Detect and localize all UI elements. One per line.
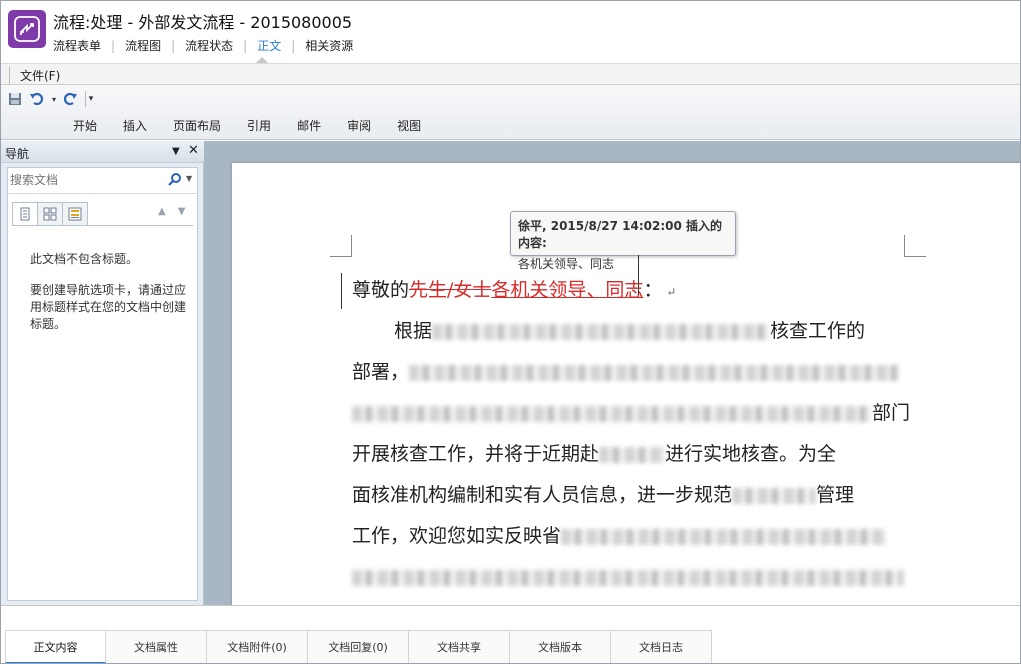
- redo-icon[interactable]: [63, 91, 79, 107]
- menu-bar: 文件(F): [1, 63, 1020, 85]
- results-view-icon[interactable]: [62, 202, 88, 226]
- previous-result-icon[interactable]: ▲: [158, 206, 166, 217]
- tab-body-content[interactable]: 正文内容: [5, 630, 106, 663]
- search-input[interactable]: [10, 170, 160, 190]
- salutation-suffix: ：: [643, 279, 663, 301]
- tab-document-versions[interactable]: 文档版本: [510, 630, 611, 663]
- page-title: 流程:处理 - 外部发文流程 - 2015080005: [53, 13, 353, 32]
- redacted-text: [352, 570, 904, 586]
- bottom-tab-bar: 正文内容 文档属性 文档附件(0) 文档回复(0) 文档共享 文档版本 文档日志: [1, 605, 1020, 663]
- document-tabs: 正文内容 文档属性 文档附件(0) 文档回复(0) 文档共享 文档版本 文档日志: [5, 630, 712, 663]
- headings-view-icon[interactable]: [12, 202, 38, 226]
- search-options-icon[interactable]: ▼: [186, 174, 192, 183]
- paragraph-mark-icon: ↵: [662, 285, 677, 299]
- redacted-text: [599, 447, 666, 463]
- create-headings-help: 要创建导航选项卡，请通过应用标题样式在您的文档中创建标题。: [30, 283, 187, 331]
- text-line: [352, 562, 912, 603]
- salutation-line: 尊敬的先生/女士各机关领导、同志： ↵: [352, 275, 912, 316]
- ribbon-tab-insert[interactable]: 插入: [111, 117, 159, 134]
- navigation-arrows: ▲ ▼: [158, 206, 185, 217]
- app-header: 流程:处理 - 外部发文流程 - 2015080005 流程表单 | 流程图 |…: [1, 1, 1020, 63]
- ribbon-tab-review[interactable]: 审阅: [335, 117, 383, 134]
- save-icon[interactable]: [7, 91, 23, 107]
- tab-document-replies[interactable]: 文档回复(0): [308, 630, 409, 663]
- search-icon[interactable]: [168, 172, 182, 189]
- ribbon-tab-mailings[interactable]: 邮件: [285, 117, 333, 134]
- navigation-pane: 导航 ▼ ✕ ▼: [1, 141, 204, 605]
- navigation-pane-body: ▼ ▲ ▼ 此文档不包含标题。 要创建导航选项卡，请通过应用标题样式在您的文档中…: [7, 167, 198, 601]
- redacted-text: [561, 529, 887, 545]
- ribbon-tabs: 开始 插入 页面布局 引用 邮件 审阅 视图: [61, 117, 433, 134]
- undo-icon[interactable]: [29, 91, 45, 107]
- redacted-text: [432, 324, 771, 340]
- text-line: 开展核查工作，并将于近期赴 进行实地核查。为全: [352, 443, 837, 465]
- revision-author: 徐平, 2015/8/27 14:02:00 插入的内容:: [518, 219, 723, 250]
- deleted-text: 先生/女士: [409, 279, 492, 301]
- ribbon-tab-home[interactable]: 开始: [61, 117, 109, 134]
- margin-mark: [330, 235, 352, 257]
- revision-content: 各机关领导、同志: [518, 257, 615, 271]
- salutation-prefix: 尊敬的: [352, 279, 410, 301]
- change-bar: [341, 273, 342, 309]
- redacted-text: [732, 488, 817, 504]
- navigation-view-tabs: [12, 202, 88, 226]
- text-line: 工作，欢迎您如实反映省: [352, 521, 912, 562]
- process-tabs: 流程表单 | 流程图 | 流程状态 | 正文 | 相关资源: [53, 37, 363, 63]
- text-line: 面核准机构编制和实有人员信息，进一步规范 管理: [352, 484, 855, 506]
- inserted-text: 各机关领导、同志: [491, 279, 644, 301]
- tab-related-resources[interactable]: 相关资源: [295, 37, 363, 54]
- file-menu[interactable]: 文件(F): [9, 66, 70, 85]
- app-window: 流程:处理 - 外部发文流程 - 2015080005 流程表单 | 流程图 |…: [0, 0, 1021, 664]
- tab-document-body[interactable]: 正文: [247, 37, 291, 54]
- ribbon-tab-references[interactable]: 引用: [235, 117, 283, 134]
- document-body[interactable]: 尊敬的先生/女士各机关领导、同志： ↵ 根据 核查工作的 部署， 部门 开展核查工…: [352, 275, 912, 605]
- text-line: 部署，: [352, 357, 912, 398]
- document-area[interactable]: 徐平, 2015/8/27 14:02:00 插入的内容: 各机关领导、同志 尊…: [204, 141, 1020, 605]
- pane-options-icon[interactable]: ▼: [172, 146, 180, 157]
- navigation-pane-title: 导航: [5, 147, 30, 161]
- ribbon-tab-page-layout[interactable]: 页面布局: [161, 117, 233, 134]
- tab-document-attachments[interactable]: 文档附件(0): [207, 630, 308, 663]
- tab-process-status[interactable]: 流程状态: [175, 37, 243, 54]
- tab-process-diagram[interactable]: 流程图: [115, 37, 171, 54]
- customize-toolbar-icon[interactable]: ▾: [85, 91, 93, 107]
- no-headings-message: 此文档不包含标题。: [30, 252, 139, 266]
- document-page[interactable]: 徐平, 2015/8/27 14:02:00 插入的内容: 各机关领导、同志 尊…: [232, 163, 1020, 605]
- workflow-logo-icon: [8, 10, 46, 48]
- revision-tooltip: 徐平, 2015/8/27 14:02:00 插入的内容: 各机关领导、同志: [510, 211, 736, 271]
- navigation-pane-header: 导航 ▼ ✕: [1, 141, 204, 163]
- document-search: ▼: [8, 168, 197, 194]
- margin-mark: [904, 235, 926, 257]
- close-icon[interactable]: ✕: [188, 143, 199, 158]
- tab-document-log[interactable]: 文档日志: [611, 630, 712, 663]
- text-line: 根据 核查工作的: [394, 320, 866, 342]
- tab-document-properties[interactable]: 文档属性: [106, 630, 207, 663]
- tab-document-sharing[interactable]: 文档共享: [409, 630, 510, 663]
- redacted-text: [409, 365, 900, 381]
- tab-process-form[interactable]: 流程表单: [53, 37, 111, 54]
- quick-access-toolbar: ▾ ▾: [7, 91, 93, 107]
- ribbon: ▾ ▾ 开始 插入 页面布局 引用 邮件 审阅 视图: [1, 85, 1020, 140]
- text-line: 部门: [352, 398, 912, 439]
- next-result-icon[interactable]: ▼: [178, 206, 186, 217]
- redacted-text: [352, 406, 872, 422]
- ribbon-tab-view[interactable]: 视图: [385, 117, 433, 134]
- undo-dropdown-icon[interactable]: ▾: [51, 91, 57, 107]
- pages-view-icon[interactable]: [37, 202, 63, 226]
